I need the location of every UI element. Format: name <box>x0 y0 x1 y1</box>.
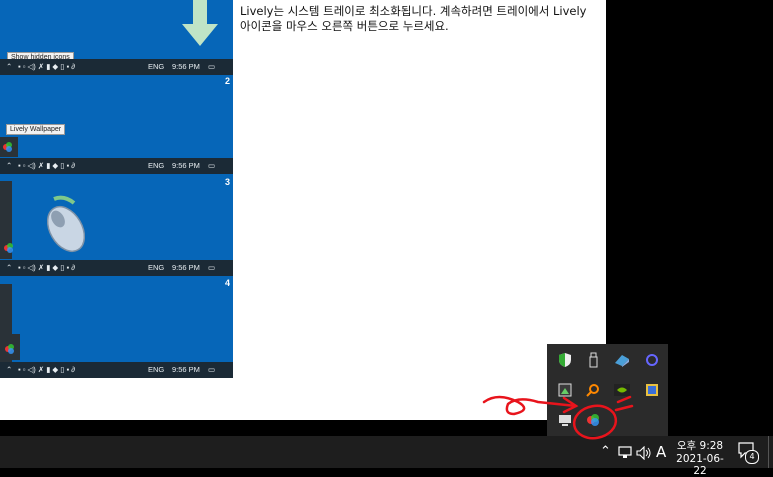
notification-icon: ▭ <box>208 161 216 170</box>
mouse-icon <box>46 195 86 253</box>
tutorial-panel-2: 2 Lively Wallpaper ⌃ ▪ ▫ ◁) ✗ ▮ ◆ ▯ ▪ ∂ … <box>0 75 233 175</box>
lang-indicator: ENG <box>148 365 165 374</box>
tray-icons: ▪ ▫ ◁) ✗ ▮ ◆ ▯ ▪ ∂ <box>18 365 75 374</box>
lang-indicator: ENG <box>148 62 165 71</box>
chevron-up-icon[interactable]: ⌃ <box>600 444 611 459</box>
panel-clock: 9:56 PM <box>172 365 200 374</box>
panel-clock: 9:56 PM <box>172 161 200 170</box>
show-desktop-button[interactable] <box>768 436 773 468</box>
panel-taskbar: ⌃ ▪ ▫ ◁) ✗ ▮ ◆ ▯ ▪ ∂ ENG 9:56 PM ▭ <box>0 158 233 174</box>
network-icon[interactable] <box>618 446 634 460</box>
file-sync-icon[interactable] <box>612 350 632 370</box>
lively-wallpaper-icon <box>3 142 12 152</box>
notification-icon: ▭ <box>208 365 216 374</box>
usb-drive-icon[interactable] <box>583 350 603 370</box>
lang-indicator: ENG <box>148 263 165 272</box>
clock-date[interactable]: 2021-06-22 <box>670 453 730 477</box>
notification-button[interactable]: 4 <box>737 440 759 464</box>
red-annotation <box>482 395 634 440</box>
panel-clock: 9:56 PM <box>172 62 200 71</box>
notification-icon: ▭ <box>208 263 216 272</box>
shield-icon[interactable] <box>555 350 575 370</box>
chevron-up-icon: ⌃ <box>6 161 13 170</box>
ime-icon[interactable]: A <box>656 443 666 461</box>
mini-flyout <box>0 137 18 157</box>
down-arrow-icon <box>182 0 218 46</box>
chevron-up-icon: ⌃ <box>6 365 13 374</box>
notification-icon: ▭ <box>208 62 216 71</box>
tray-icons: ▪ ▫ ◁) ✗ ▮ ◆ ▯ ▪ ∂ <box>18 263 75 272</box>
clock-time[interactable]: 오후 9:28 <box>670 438 730 453</box>
tutorial-panel-3: 3 ⌃ ▪ ▫ ◁) ✗ ▮ ◆ ▯ ▪ ∂ ENG 9:56 PM ▭ <box>0 175 233 276</box>
app-tile-icon[interactable] <box>642 380 662 400</box>
panel-number: 3 <box>224 177 230 187</box>
panel-number: 2 <box>224 76 230 86</box>
tutorial-panel-4: 4 ⌃ ▪ ▫ ◁) ✗ ▮ ◆ ▯ ▪ ∂ ENG 9:56 PM ▭ <box>0 276 233 378</box>
lively-wallpaper-icon <box>5 344 14 354</box>
panel-taskbar: ⌃ ▪ ▫ ◁) ✗ ▮ ◆ ▯ ▪ ∂ ENG 9:56 PM ▭ <box>0 362 233 378</box>
cortana-ring-icon[interactable] <box>642 350 662 370</box>
instruction-line-1: Lively는 시스템 트레이로 최소화됩니다. 계속하려면 트레이에서 Liv… <box>240 4 587 18</box>
notification-count-badge: 4 <box>745 450 759 464</box>
instruction-text: Lively는 시스템 트레이로 최소화됩니다. 계속하려면 트레이에서 Liv… <box>240 4 600 34</box>
panel-number: 4 <box>224 278 230 288</box>
lively-wallpaper-icon <box>4 243 13 253</box>
panel-clock: 9:56 PM <box>172 263 200 272</box>
panel-taskbar: ⌃ ▪ ▫ ◁) ✗ ▮ ◆ ▯ ▪ ∂ ENG 9:56 PM ▭ <box>0 260 233 276</box>
chevron-up-icon: ⌃ <box>6 62 13 71</box>
tutorial-panel-1: Show hidden icons ⌃ ▪ ▫ ◁) ✗ ▮ ◆ ▯ ▪ ∂ E… <box>0 0 233 75</box>
volume-icon[interactable] <box>636 446 652 460</box>
tray-icons: ▪ ▫ ◁) ✗ ▮ ◆ ▯ ▪ ∂ <box>18 62 75 71</box>
lively-wallpaper-tooltip: Lively Wallpaper <box>6 124 66 135</box>
chevron-up-icon: ⌃ <box>6 263 13 272</box>
tray-icons: ▪ ▫ ◁) ✗ ▮ ◆ ▯ ▪ ∂ <box>18 161 75 170</box>
instruction-line-2: 아이콘을 마우스 오른쪽 버튼으로 누르세요. <box>240 19 449 33</box>
panel-taskbar: ⌃ ▪ ▫ ◁) ✗ ▮ ◆ ▯ ▪ ∂ ENG 9:56 PM ▭ <box>0 59 233 75</box>
lang-indicator: ENG <box>148 161 165 170</box>
